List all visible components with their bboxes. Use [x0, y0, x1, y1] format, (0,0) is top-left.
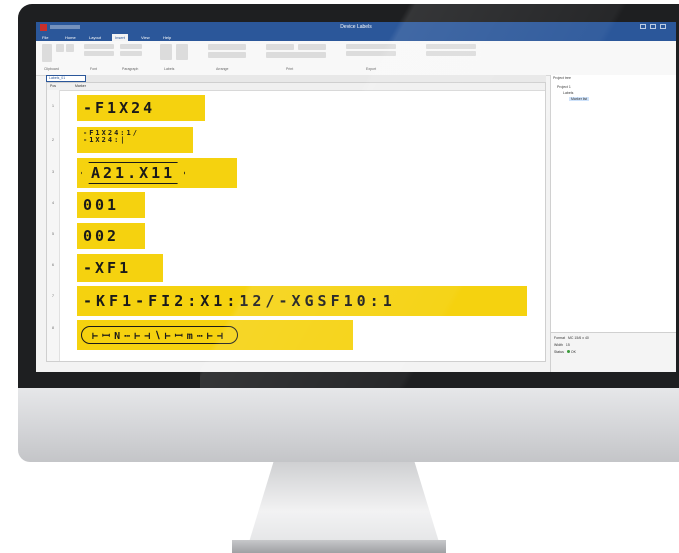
prop-value[interactable]: 15 — [566, 343, 570, 347]
font-size-select[interactable] — [84, 51, 114, 56]
export-option-2[interactable] — [346, 51, 396, 56]
screen: Device Labels File Home Layout Insert Vi… — [36, 22, 676, 372]
export-option-3[interactable] — [426, 44, 476, 49]
maximize-icon[interactable] — [650, 24, 656, 29]
tree-item[interactable]: Project 1 — [557, 85, 571, 89]
properties-panel: Format MC 15/6 x 40 Width 15 Status OK — [551, 332, 676, 372]
tab-layout[interactable]: Layout — [86, 34, 104, 41]
monitor-stand — [246, 462, 442, 552]
window-controls — [636, 24, 670, 30]
prop-value: OK — [570, 350, 576, 354]
marker-label-text: 001 — [83, 196, 120, 214]
monitor-chin — [18, 388, 679, 462]
rounded-frame: ⊢ꟷN⋯⊢⊣∖⊢ꟷm⋯⊢⊣ — [81, 326, 238, 344]
document-tab[interactable]: Labels_01 — [46, 75, 86, 82]
row-number: 6 — [51, 262, 55, 267]
copy-button[interactable] — [66, 44, 74, 52]
label-format-button[interactable] — [176, 44, 188, 60]
row-number: 3 — [51, 169, 55, 174]
marker-label[interactable]: 002 — [77, 223, 145, 249]
indent-buttons[interactable] — [120, 51, 142, 56]
ribbon-group-label: Arrange — [216, 67, 229, 71]
minimize-icon[interactable] — [640, 24, 646, 29]
export-option-1[interactable] — [346, 44, 396, 49]
column-header: Pos Marker — [47, 83, 545, 91]
document-tabs: Labels_01 — [46, 75, 546, 82]
ribbon: Clipboard Font Paragraph Labels Arrange … — [36, 41, 676, 76]
prop-key: Status — [554, 350, 564, 354]
marker-label[interactable]: -F1X24 — [77, 95, 205, 121]
ribbon-group-label: Labels — [164, 67, 175, 71]
ribbon-group-label: Clipboard — [44, 67, 59, 71]
row-number: 4 — [51, 200, 55, 205]
font-family-select[interactable] — [84, 44, 114, 49]
prop-value[interactable]: MC 15/6 x 40 — [568, 336, 589, 340]
row-number: 1 — [51, 103, 55, 108]
ribbon-tabs: File Home Layout Insert View Help — [36, 33, 676, 41]
window-title: Device Labels — [340, 24, 372, 30]
ribbon-group-label: Export — [366, 67, 377, 71]
tab-home[interactable]: Home — [62, 34, 79, 41]
row-number: 7 — [51, 293, 55, 298]
marker-label-text: 002 — [83, 227, 120, 245]
tab-view[interactable]: View — [138, 34, 153, 41]
print-option-2[interactable] — [298, 44, 326, 50]
marker-label-text: -XF1 — [83, 259, 132, 277]
prop-key: Width — [554, 343, 563, 347]
marker-label-text: ⊢ꟷN⋯⊢⊣∖⊢ꟷm⋯⊢⊣ — [92, 331, 227, 342]
row-number: 8 — [51, 325, 55, 330]
marker-label-rounded[interactable]: ⊢ꟷN⋯⊢⊣∖⊢ꟷm⋯⊢⊣ — [77, 320, 353, 350]
paste-button[interactable] — [42, 44, 52, 62]
marker-label[interactable]: 001 — [77, 192, 145, 218]
label-editor[interactable]: Pos Marker 1 2 3 4 5 6 7 8 -F1X24 -F1X24… — [46, 82, 546, 362]
row-number: 2 — [51, 137, 55, 142]
column-header-pos: Pos — [50, 84, 57, 88]
column-header-marker: Marker — [75, 84, 86, 88]
marker-label[interactable]: -KF1-FI2:X1:12/-XGSF10:1 — [77, 286, 527, 316]
ribbon-group-label: Paragraph — [122, 67, 139, 71]
hexagon-frame: A21.X11 — [81, 162, 185, 184]
row-number: 5 — [51, 231, 55, 236]
arrange-option-1[interactable] — [208, 44, 246, 50]
prop-key: Format — [554, 336, 566, 340]
close-icon[interactable] — [660, 24, 666, 29]
tree-item[interactable]: Labels — [563, 91, 573, 95]
align-buttons[interactable] — [120, 44, 142, 49]
print-option-3[interactable] — [266, 52, 326, 58]
pane-title: Project tree — [553, 76, 571, 80]
tab-insert[interactable]: Insert — [112, 34, 129, 41]
title-bar: Device Labels — [36, 22, 676, 33]
marker-label-text: -KF1-FI2:X1:12/-XGSF10:1 — [83, 292, 396, 310]
monitor-stand-base — [232, 540, 446, 553]
tree-item-selected[interactable]: Marker list — [569, 97, 590, 101]
marker-label-text: -F1X24 — [83, 99, 156, 117]
cut-button[interactable] — [56, 44, 64, 52]
print-option-1[interactable] — [266, 44, 294, 50]
marker-label[interactable]: -F1X24:1/ -1X24:| — [77, 127, 193, 153]
ribbon-group-label: Print — [286, 67, 294, 71]
export-option-4[interactable] — [426, 51, 476, 56]
project-pane: Project tree Project 1 Labels Marker lis… — [550, 75, 676, 372]
label-insert-button[interactable] — [160, 44, 172, 60]
marker-label-text-line2: -1X24:| — [83, 136, 127, 144]
tab-help[interactable]: Help — [160, 34, 174, 41]
row-gutter — [47, 90, 60, 361]
marker-label-text: A21.X11 — [91, 164, 176, 182]
tab-file[interactable]: File — [39, 34, 51, 41]
ribbon-group-label: Font — [90, 67, 98, 71]
arrange-option-2[interactable] — [208, 52, 246, 58]
marker-label[interactable]: -XF1 — [77, 254, 163, 282]
marker-label-hexagon[interactable]: A21.X11 — [77, 158, 237, 188]
status-icon — [566, 350, 570, 353]
